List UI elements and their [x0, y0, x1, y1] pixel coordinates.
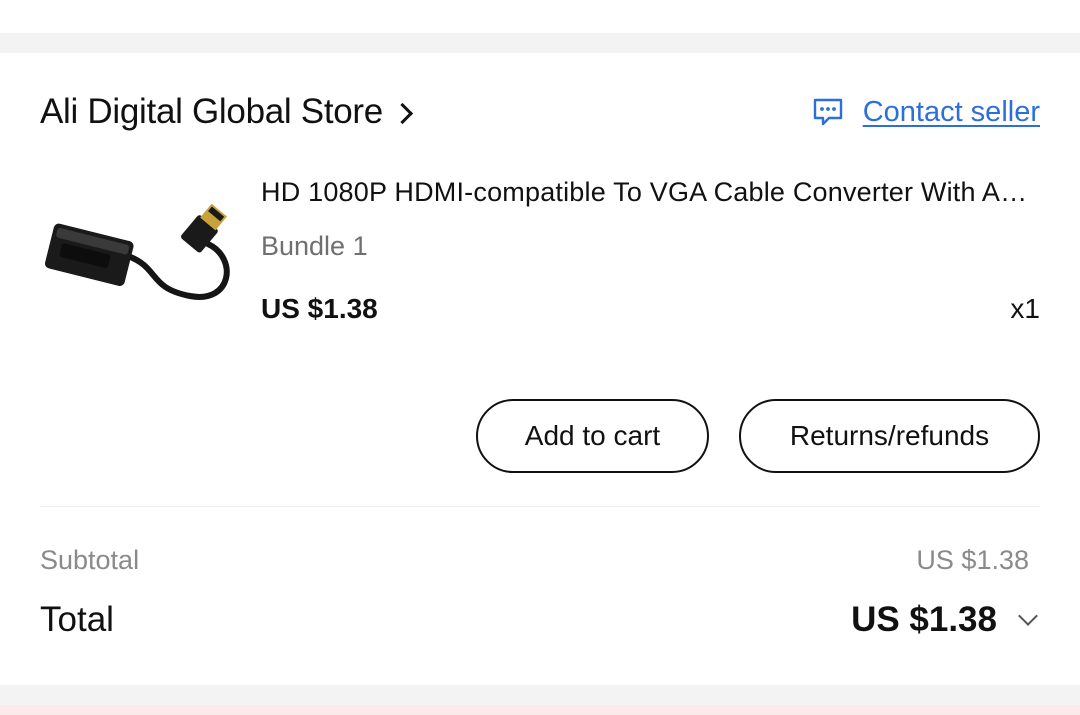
product-variant: Bundle 1 [261, 231, 368, 261]
divider [40, 506, 1040, 507]
contact-seller-button[interactable]: Contact seller [811, 88, 1040, 136]
chevron-right-icon [391, 102, 414, 124]
next-section-edge [0, 705, 1080, 715]
total-value: US $1.38 [851, 600, 997, 639]
section-gap-bottom [0, 685, 1080, 705]
store-name-link[interactable]: Ali Digital Global Store [40, 88, 414, 136]
subtotal-label: Subtotal [40, 545, 140, 575]
total-expand-toggle[interactable]: US $1.38 [851, 598, 1038, 642]
product-title[interactable]: HD 1080P HDMI-compatible To VGA Cable Co… [261, 174, 1036, 210]
chevron-down-icon [1018, 606, 1038, 626]
order-card [0, 53, 1080, 685]
product-quantity: x1 [1010, 293, 1040, 324]
hdmi-to-vga-adapter-image[interactable] [40, 178, 240, 358]
product-price: US $1.38 [261, 293, 378, 324]
contact-seller-label: Contact seller [862, 95, 1040, 128]
section-gap [0, 33, 1080, 53]
returns-refunds-button[interactable]: Returns/refunds [739, 399, 1040, 473]
subtotal-value: US $1.38 [916, 545, 1029, 575]
top-band [0, 0, 1080, 33]
total-label: Total [40, 600, 114, 639]
store-name: Ali Digital Global Store [40, 92, 383, 131]
add-to-cart-button[interactable]: Add to cart [476, 399, 709, 473]
store-header: Ali Digital Global Store Contact seller [40, 88, 1040, 136]
chat-bubble-icon [813, 98, 842, 126]
